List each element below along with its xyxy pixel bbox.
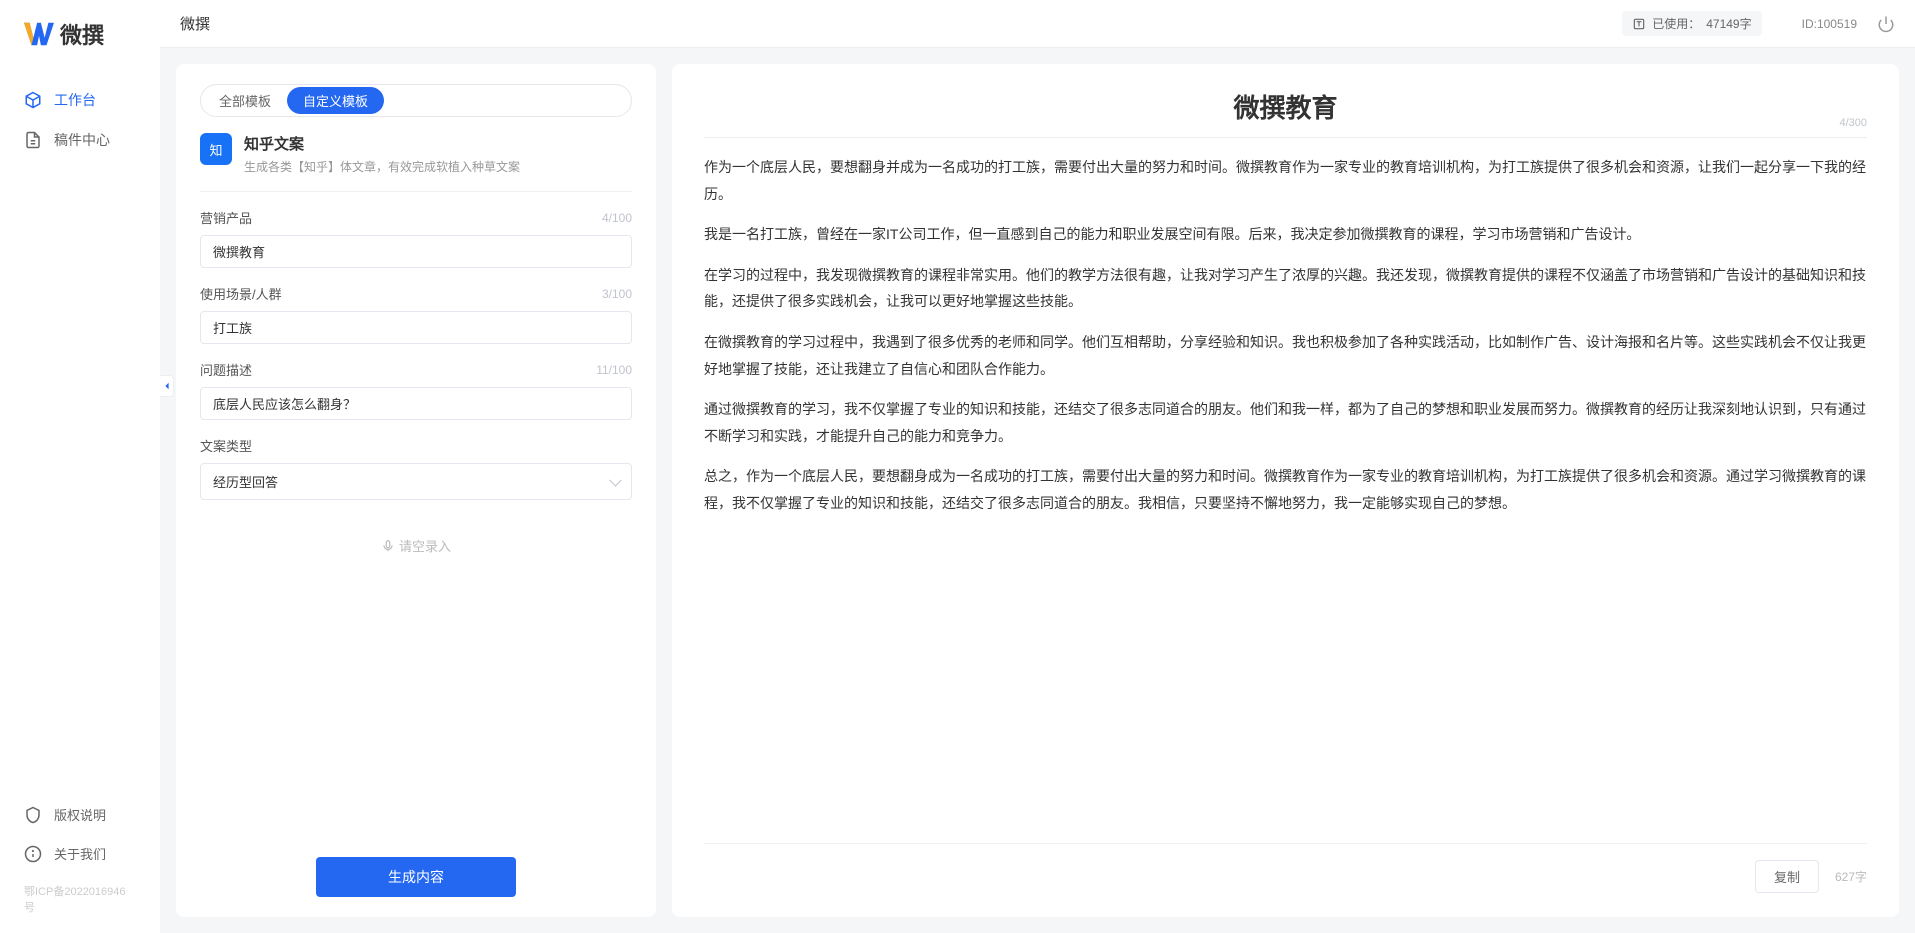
document-icon	[24, 131, 42, 149]
template-header: 知 知乎文案 生成各类【知乎】体文章，有效完成软植入种草文案	[200, 133, 632, 192]
nav-workspace[interactable]: 工作台	[0, 80, 160, 120]
nav-label: 关于我们	[54, 844, 106, 863]
char-count: 4/100	[602, 211, 632, 225]
paragraph: 在微撰教育的学习过程中，我遇到了很多优秀的老师和同学。他们互相帮助，分享经验和知…	[704, 329, 1867, 382]
sidebar: 微撰 工作台 稿件中心 版权说明 关于我们 鄂ICP备2022016946号	[0, 0, 160, 933]
char-count: 11/100	[596, 363, 632, 377]
char-count: 3/100	[602, 287, 632, 301]
tab-custom-templates[interactable]: 自定义模板	[287, 87, 384, 114]
field-product: 营销产品 4/100	[200, 208, 632, 268]
doc-title[interactable]: 微撰教育	[704, 88, 1867, 125]
doc-title-row: 微撰教育 4/300	[704, 88, 1867, 138]
shield-icon	[24, 806, 42, 824]
paragraph: 在学习的过程中，我发现微撰教育的课程非常实用。他们的教学方法很有趣，让我对学习产…	[704, 262, 1867, 315]
logo-text: 微撰	[60, 18, 104, 50]
nav-about[interactable]: 关于我们	[0, 834, 160, 873]
output-footer: 复制 627字	[704, 843, 1867, 893]
cube-icon	[24, 91, 42, 109]
paragraph: 我是一名打工族，曾经在一家IT公司工作，但一直感到自己的能力和职业发展空间有限。…	[704, 221, 1867, 248]
logo: 微撰	[0, 18, 160, 80]
template-title: 知乎文案	[244, 133, 520, 154]
field-label: 营销产品	[200, 208, 252, 227]
main-nav: 工作台 稿件中心	[0, 80, 160, 795]
voice-hint-text: 请空录入	[399, 536, 451, 555]
text-icon	[1632, 17, 1646, 31]
field-label: 使用场景/人群	[200, 284, 282, 303]
template-tabs: 全部模板 自定义模板	[200, 84, 632, 117]
sidebar-collapse-toggle[interactable]	[160, 375, 174, 397]
usage-prefix: 已使用：	[1652, 15, 1700, 32]
content-row: 全部模板 自定义模板 知 知乎文案 生成各类【知乎】体文章，有效完成软植入种草文…	[160, 48, 1915, 933]
topbar: 微撰 已使用： 47149字 ID:100519	[160, 0, 1915, 48]
nav-copyright[interactable]: 版权说明	[0, 795, 160, 834]
nav-label: 稿件中心	[54, 130, 110, 150]
icp-text: 鄂ICP备2022016946号	[0, 883, 160, 915]
scene-input[interactable]	[200, 311, 632, 344]
paragraph: 作为一个底层人民，要想翻身并成为一名成功的打工族，需要付出大量的努力和时间。微撰…	[704, 154, 1867, 207]
logo-icon	[24, 22, 54, 46]
page-title: 微撰	[180, 13, 210, 34]
field-label: 问题描述	[200, 360, 252, 379]
type-select[interactable]: 经历型回答	[200, 463, 632, 500]
generate-button[interactable]: 生成内容	[316, 857, 516, 897]
title-char-count: 4/300	[1839, 117, 1867, 129]
field-label: 文案类型	[200, 436, 252, 455]
nav-label: 工作台	[54, 90, 96, 110]
paragraph: 通过微撰教育的学习，我不仅掌握了专业的知识和技能，还结交了很多志同道合的朋友。他…	[704, 396, 1867, 449]
form-panel: 全部模板 自定义模板 知 知乎文案 生成各类【知乎】体文章，有效完成软植入种草文…	[176, 64, 656, 917]
template-icon: 知	[200, 133, 232, 165]
user-id: ID:100519	[1802, 17, 1857, 31]
microphone-icon	[381, 539, 395, 553]
word-count: 627字	[1835, 868, 1867, 885]
nav-label: 版权说明	[54, 805, 106, 824]
output-panel: 微撰教育 4/300 作为一个底层人民，要想翻身并成为一名成功的打工族，需要付出…	[672, 64, 1899, 917]
template-desc: 生成各类【知乎】体文章，有效完成软植入种草文案	[244, 158, 520, 175]
field-type: 文案类型 经历型回答	[200, 436, 632, 500]
chevron-left-icon	[163, 382, 171, 390]
footer-nav: 版权说明 关于我们	[0, 795, 160, 883]
problem-input[interactable]	[200, 387, 632, 420]
nav-drafts[interactable]: 稿件中心	[0, 120, 160, 160]
power-icon[interactable]	[1877, 15, 1895, 33]
product-input[interactable]	[200, 235, 632, 268]
field-problem: 问题描述 11/100	[200, 360, 632, 420]
usage-badge[interactable]: 已使用： 47149字	[1622, 11, 1761, 36]
info-icon	[24, 845, 42, 863]
field-scene: 使用场景/人群 3/100	[200, 284, 632, 344]
usage-value: 47149字	[1706, 15, 1751, 32]
doc-body[interactable]: 作为一个底层人民，要想翻身并成为一名成功的打工族，需要付出大量的努力和时间。微撰…	[704, 154, 1867, 831]
voice-input-hint[interactable]: 请空录入	[200, 536, 632, 555]
copy-button[interactable]: 复制	[1755, 860, 1819, 893]
main-area: 微撰 已使用： 47149字 ID:100519 全部模板 自定义模板 知	[160, 0, 1915, 933]
tab-all-templates[interactable]: 全部模板	[203, 87, 287, 114]
paragraph: 总之，作为一个底层人民，要想翻身成为一名成功的打工族，需要付出大量的努力和时间。…	[704, 463, 1867, 516]
